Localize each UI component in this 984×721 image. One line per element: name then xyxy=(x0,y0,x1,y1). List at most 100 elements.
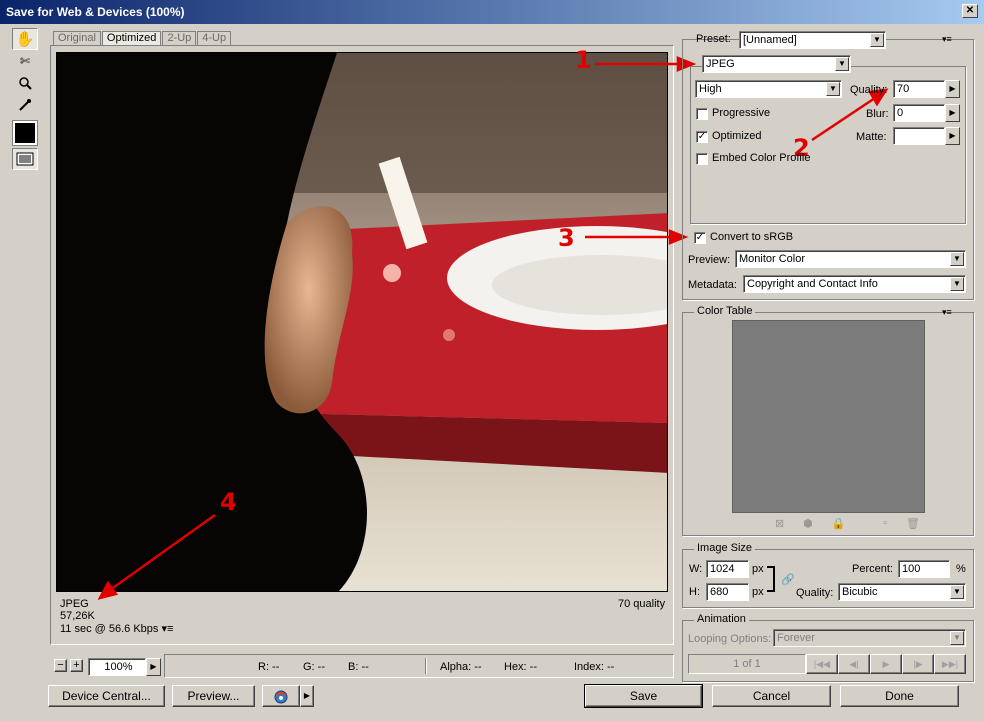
quality-input[interactable]: 70 xyxy=(893,80,945,98)
convert-srgb-checkbox[interactable]: ✓ xyxy=(694,232,706,244)
readout-hex: Hex: -- xyxy=(504,661,537,673)
annotation-1: 1 xyxy=(575,46,592,74)
next-frame-button[interactable]: |▶ xyxy=(902,654,934,674)
embed-profile-checkbox[interactable] xyxy=(696,153,708,165)
width-input[interactable]: 1024 xyxy=(706,560,749,578)
preset-value: [Unnamed] xyxy=(743,34,797,46)
optimized-checkbox[interactable]: ✓ xyxy=(696,131,708,143)
save-button[interactable]: Save xyxy=(584,684,703,708)
preview-mode-label: Preview: xyxy=(688,254,731,266)
format-dropdown[interactable]: JPEG ▼ xyxy=(702,55,851,73)
minus-icon: − xyxy=(57,659,64,671)
color-table-toolbar: ⊠ ⬢ 🔒 ▫ 🗑 xyxy=(775,517,920,530)
play-button[interactable]: ▶ xyxy=(870,654,902,674)
blur-slider-button[interactable]: ▶ xyxy=(945,104,960,122)
format-value: JPEG xyxy=(706,58,735,70)
last-frame-button[interactable]: ▶▶| xyxy=(934,654,966,674)
first-frame-icon: |◀◀ xyxy=(813,659,831,669)
lock-color-icon[interactable]: 🔒 xyxy=(832,517,846,530)
browser-menu-button[interactable]: ▶ xyxy=(300,685,314,707)
readout-divider xyxy=(425,658,426,674)
annotation-3: 3 xyxy=(558,224,575,252)
zoom-in-button[interactable]: + xyxy=(70,659,83,672)
chevron-right-icon: ▶ xyxy=(949,131,956,140)
arrow-4-head xyxy=(97,580,119,600)
height-input[interactable]: 680 xyxy=(706,583,749,601)
resample-quality-value: Bicubic xyxy=(842,586,878,598)
quality-label: Quality: xyxy=(850,84,888,96)
blur-label: Blur: xyxy=(866,108,889,120)
height-unit: px xyxy=(752,586,764,598)
chevron-down-icon: ▼ xyxy=(950,631,964,645)
preset-dropdown[interactable]: [Unnamed] ▼ xyxy=(739,31,886,49)
first-frame-button[interactable]: |◀◀ xyxy=(806,654,838,674)
compression-value: High xyxy=(699,83,722,95)
chevron-down-icon: ▼ xyxy=(950,585,964,599)
done-button[interactable]: Done xyxy=(840,685,959,707)
compression-dropdown[interactable]: High ▼ xyxy=(695,80,842,98)
preview-mode-dropdown[interactable]: Monitor Color ▼ xyxy=(735,250,966,268)
looping-label: Looping Options: xyxy=(688,633,772,645)
prev-frame-button[interactable]: ◀| xyxy=(838,654,870,674)
metadata-dropdown[interactable]: Copyright and Contact Info ▼ xyxy=(743,275,966,293)
zoom-menu-button[interactable]: ▶ xyxy=(146,658,161,676)
animation-title: Animation xyxy=(694,613,749,625)
checkmark-icon: ✓ xyxy=(695,232,705,243)
chevron-right-icon: ▶ xyxy=(949,84,956,93)
readout-red: R: -- xyxy=(258,661,280,673)
height-label: H: xyxy=(689,586,700,598)
preview-in-browser-button[interactable]: Preview... xyxy=(172,685,255,707)
resample-quality-dropdown[interactable]: Bicubic ▼ xyxy=(838,583,966,601)
readout-blue: B: -- xyxy=(348,661,369,673)
play-icon: ▶ xyxy=(882,659,890,669)
progressive-checkbox[interactable] xyxy=(696,108,708,120)
looping-dropdown[interactable]: Forever ▼ xyxy=(773,629,966,647)
looping-value: Forever xyxy=(777,632,815,644)
blur-input[interactable]: 0 xyxy=(893,104,945,122)
color-table-title: Color Table xyxy=(694,305,756,317)
metadata-label: Metadata: xyxy=(688,279,737,291)
chevron-down-icon: ▼ xyxy=(950,252,964,266)
chevron-right-icon: ▶ xyxy=(303,691,311,700)
image-size-title: Image Size xyxy=(694,542,756,554)
web-shift-icon[interactable]: ⬢ xyxy=(803,517,813,530)
animation-controls: |◀◀ ◀| ▶ |▶ ▶▶| xyxy=(806,654,966,674)
matte-menu-button[interactable]: ▶ xyxy=(945,127,960,145)
preset-label: Preset: xyxy=(696,33,731,45)
map-transparency-icon[interactable]: ⊠ xyxy=(775,517,784,530)
width-unit: px xyxy=(752,563,764,575)
cancel-button[interactable]: Cancel xyxy=(712,685,831,707)
color-table-grid[interactable] xyxy=(732,320,925,513)
color-table-menu-icon[interactable]: ▾≡ xyxy=(942,307,952,318)
chevron-right-icon: ▶ xyxy=(150,662,157,671)
plus-icon: + xyxy=(73,659,80,671)
readout-index: Index: -- xyxy=(574,661,615,673)
link-icon[interactable]: 🔗 xyxy=(781,573,795,586)
readout-alpha: Alpha: -- xyxy=(440,661,482,673)
chevron-right-icon: ▶ xyxy=(949,108,956,117)
chevron-down-icon: ▼ xyxy=(835,57,849,71)
browser-select-button[interactable] xyxy=(262,685,300,707)
readout-green: G: -- xyxy=(303,661,325,673)
zoom-level-input[interactable]: 100% xyxy=(88,658,146,676)
frame-counter: 1 of 1 xyxy=(688,654,806,674)
zoom-out-button[interactable]: − xyxy=(54,659,67,672)
new-color-icon[interactable]: ▫ xyxy=(883,517,887,530)
progressive-label: Progressive xyxy=(712,107,771,119)
chevron-down-icon: ▼ xyxy=(950,277,964,291)
last-frame-icon: ▶▶| xyxy=(941,659,959,669)
annotation-4: 4 xyxy=(220,488,237,516)
trash-icon[interactable]: 🗑 xyxy=(906,517,920,530)
device-central-button[interactable]: Device Central... xyxy=(48,685,165,707)
browser-icon xyxy=(274,690,288,704)
metadata-value: Copyright and Contact Info xyxy=(747,278,878,290)
optimize-menu-icon[interactable]: ▾≡ xyxy=(942,34,952,45)
quality-slider-button[interactable]: ▶ xyxy=(945,80,960,98)
percent-sign: % xyxy=(956,563,966,575)
percent-label: Percent: xyxy=(852,563,893,575)
percent-input[interactable]: 100 xyxy=(898,560,950,578)
next-frame-icon: |▶ xyxy=(913,659,923,669)
matte-swatch[interactable] xyxy=(893,127,945,145)
optimized-label: Optimized xyxy=(712,130,762,142)
constrain-bracket xyxy=(767,566,775,592)
